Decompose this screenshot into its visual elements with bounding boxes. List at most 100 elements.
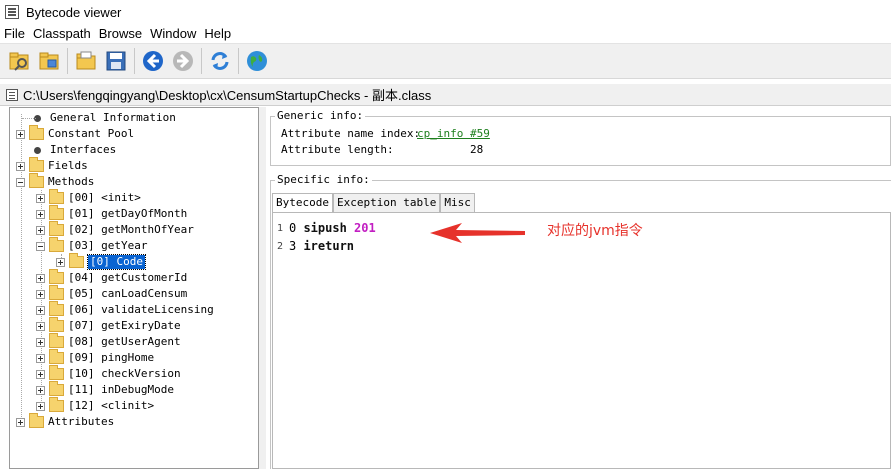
refresh-icon [211, 52, 229, 70]
specific-info-title: Specific info: [275, 173, 372, 186]
expand-icon[interactable] [16, 129, 25, 139]
expand-icon[interactable] [36, 353, 45, 363]
expand-icon[interactable] [16, 161, 25, 171]
save-button[interactable] [101, 46, 131, 76]
expand-icon[interactable] [36, 337, 45, 347]
expand-icon[interactable] [56, 257, 65, 267]
collapse-icon[interactable] [16, 177, 25, 187]
back-icon [143, 51, 163, 71]
attribute-length-row: Attribute length: [281, 143, 394, 156]
tree-item-method[interactable]: [03] getYear [36, 237, 147, 254]
folder-icon [49, 397, 64, 412]
expand-icon[interactable] [36, 225, 45, 235]
tree-item-code-attribute[interactable]: [0] Code [56, 253, 146, 270]
expand-icon[interactable] [36, 401, 45, 411]
expand-icon[interactable] [36, 385, 45, 395]
back-button[interactable] [138, 46, 168, 76]
tree-item-method[interactable]: [05] canLoadCensum [36, 285, 187, 302]
open-folder-button[interactable] [71, 46, 101, 76]
tree-item-method[interactable]: [00] <init> [36, 189, 141, 206]
tree-item-method[interactable]: [02] getMonthOfYear [36, 221, 194, 238]
expand-icon[interactable] [36, 321, 45, 331]
folder-icon [49, 237, 64, 252]
class-path-bar: C:\Users\fengqingyang\Desktop\cx\CensumS… [0, 84, 891, 106]
expand-icon[interactable] [36, 273, 45, 283]
tab-exception-table[interactable]: Exception table [332, 193, 441, 212]
cp-info-link[interactable]: cp_info #59 [417, 127, 490, 140]
bytecode-view[interactable]: 1 0 sipush 201 2 3 ireturn [272, 212, 891, 469]
annotation-text: 对应的jvm指令 [547, 223, 643, 239]
expand-icon[interactable] [36, 209, 45, 219]
attribute-name-index-value[interactable]: cp_info #59 [417, 127, 490, 140]
attribute-length-value: 28 [470, 143, 484, 156]
collapse-icon[interactable] [36, 241, 45, 251]
tree-item-fields[interactable]: Fields [16, 157, 88, 174]
web-button[interactable] [242, 46, 272, 76]
tree-item-method[interactable]: [07] getExiryDate [36, 317, 181, 334]
bytecode-offset: 0 [289, 221, 304, 235]
tree-item-method[interactable]: [08] getUserAgent [36, 333, 181, 350]
open-class-button[interactable] [4, 46, 34, 76]
expand-icon[interactable] [36, 193, 45, 203]
tab-misc[interactable]: Misc [440, 193, 475, 212]
folder-icon [49, 333, 64, 348]
menu-window[interactable]: Window [146, 26, 200, 41]
window-title: Bytecode viewer [26, 4, 122, 20]
toolbar-separator [67, 48, 68, 74]
folder-icon [49, 381, 64, 396]
class-structure-tree[interactable]: General Information Constant Pool Interf… [9, 107, 259, 469]
tree-item-method[interactable]: [12] <clinit> [36, 397, 154, 414]
forward-button[interactable] [168, 46, 198, 76]
tree-item-method[interactable]: [11] inDebugMode [36, 381, 174, 398]
open-jar-button[interactable] [34, 46, 64, 76]
folder-icon [49, 285, 64, 300]
expand-icon[interactable] [16, 417, 25, 427]
leaf-bullet-icon [34, 146, 41, 154]
menu-classpath[interactable]: Classpath [29, 26, 95, 41]
refresh-button[interactable] [205, 46, 235, 76]
tree-item-general-information[interactable]: General Information [18, 110, 176, 126]
toolbar-separator [134, 48, 135, 74]
open-class-icon [9, 52, 29, 71]
toolbar-separator [238, 48, 239, 74]
tree-item-method[interactable]: [10] checkVersion [36, 365, 181, 382]
tree-item-method[interactable]: [04] getCustomerId [36, 269, 187, 286]
tree-item-method[interactable]: [06] validateLicensing [36, 301, 214, 318]
expand-icon[interactable] [36, 289, 45, 299]
menu-file[interactable]: File [0, 26, 29, 41]
attribute-length-label: Attribute length: [281, 143, 394, 156]
annotation-arrow-icon [430, 223, 525, 243]
globe-icon [247, 51, 267, 71]
bytecode-offset: 3 [289, 239, 304, 253]
specific-info-tabs: Bytecode Exception table Misc [272, 193, 475, 213]
class-file-icon [6, 88, 18, 101]
bytecode-operand: 201 [354, 221, 376, 235]
folder-icon [49, 205, 64, 220]
split-pane-divider[interactable] [259, 107, 266, 469]
folder-icon [49, 349, 64, 364]
menu-help[interactable]: Help [200, 26, 235, 41]
save-icon [106, 51, 126, 71]
attribute-name-index-label: Attribute name index: [281, 127, 421, 140]
forward-icon [173, 51, 193, 71]
folder-icon [49, 317, 64, 332]
folder-icon [49, 189, 64, 204]
title-bar: Bytecode viewer [0, 0, 891, 24]
tab-bytecode[interactable]: Bytecode [272, 193, 333, 213]
bytecode-opcode: ireturn [303, 239, 355, 253]
folder-icon [49, 269, 64, 284]
app-icon [5, 5, 19, 19]
tree-item-constant-pool[interactable]: Constant Pool [16, 125, 134, 142]
expand-icon[interactable] [36, 369, 45, 379]
generic-info-group: Generic info: [270, 109, 891, 166]
tree-item-method[interactable]: [01] getDayOfMonth [36, 205, 187, 222]
tree-item-attributes[interactable]: Attributes [16, 413, 114, 430]
tree-item-methods[interactable]: Methods [16, 173, 94, 190]
menu-browse[interactable]: Browse [95, 26, 146, 41]
bytecode-opcode: sipush [303, 221, 355, 235]
expand-icon[interactable] [36, 305, 45, 315]
tree-item-interfaces[interactable]: Interfaces [18, 142, 116, 158]
folder-icon [29, 125, 44, 140]
tree-item-method[interactable]: [09] pingHome [36, 349, 154, 366]
folder-icon [29, 413, 44, 428]
